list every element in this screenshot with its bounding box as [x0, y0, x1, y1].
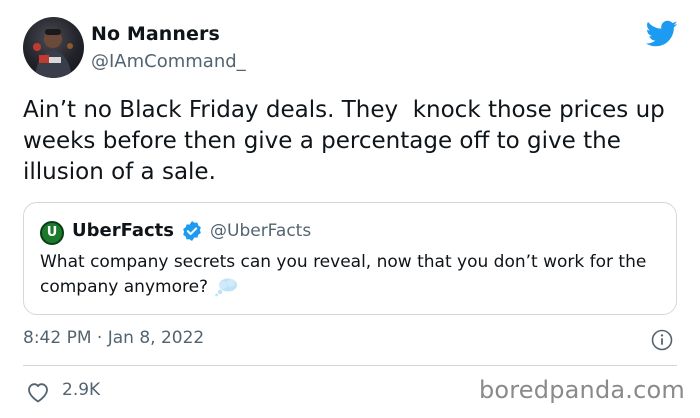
quoted-avatar[interactable]: U: [40, 221, 64, 245]
quoted-display-name[interactable]: UberFacts: [72, 220, 174, 241]
thought-bubble-icon: [214, 277, 238, 297]
quoted-tweet-card[interactable]: U UberFacts @UberFacts What company secr…: [23, 202, 677, 315]
twitter-bird-icon[interactable]: [646, 20, 678, 48]
divider: [23, 365, 677, 366]
verified-badge-icon: [181, 220, 203, 242]
heart-icon[interactable]: [26, 381, 50, 403]
quoted-user-handle[interactable]: @UberFacts: [210, 221, 311, 241]
user-handle[interactable]: @IAmCommand_: [91, 51, 246, 72]
quoted-tweet-text: What company secrets can you reveal, now…: [40, 250, 670, 300]
tweet-card: No Manners @IAmCommand_ Ain’t no Black F…: [0, 0, 700, 418]
watermark-text: boredpanda.com: [478, 376, 685, 404]
display-name[interactable]: No Manners: [91, 23, 220, 45]
like-count[interactable]: 2.9K: [62, 380, 100, 400]
tweet-text: Ain’t no Black Friday deals. They knock …: [23, 97, 673, 185]
info-icon[interactable]: [651, 329, 673, 351]
quoted-tweet-text-content: What company secrets can you reveal, now…: [40, 252, 647, 297]
tweet-timestamp[interactable]: 8:42 PM · Jan 8, 2022: [23, 328, 204, 348]
avatar[interactable]: [23, 17, 84, 78]
quoted-avatar-letter: U: [46, 225, 58, 240]
